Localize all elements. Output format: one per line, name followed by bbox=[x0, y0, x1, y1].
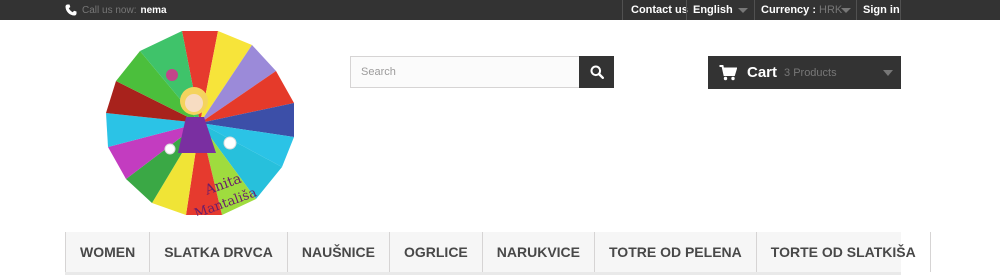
language-value: English bbox=[693, 4, 733, 16]
currency-selector[interactable]: Currency : HRK bbox=[761, 0, 851, 20]
chevron-down-icon bbox=[883, 70, 893, 76]
menu-item-totre-od-pelena[interactable]: TOTRE OD PELENA bbox=[595, 232, 757, 272]
divider bbox=[622, 0, 623, 20]
divider bbox=[856, 0, 857, 20]
search-button[interactable] bbox=[579, 56, 614, 88]
divider bbox=[754, 0, 755, 20]
search-icon bbox=[590, 65, 604, 79]
menu-item-ogrlice[interactable]: OGRLICE bbox=[390, 232, 483, 272]
divider bbox=[686, 0, 687, 20]
contact-us-label: Contact us bbox=[631, 4, 688, 16]
contact-us-link[interactable]: Contact us bbox=[631, 0, 688, 20]
main-menu: WOMEN SLATKA DRVCA NAUŠNICE OGRLICE NARU… bbox=[65, 232, 931, 275]
menu-item-torte-od-slatkisa[interactable]: TORTE OD SLATKIŠA bbox=[757, 232, 931, 272]
top-bar: Call us now: nema Contact us English Cur… bbox=[0, 0, 1000, 20]
call-us-number: nema bbox=[140, 4, 167, 16]
search-input[interactable] bbox=[350, 56, 579, 88]
call-us-label: Call us now: bbox=[82, 4, 137, 16]
currency-label: Currency : bbox=[761, 4, 817, 16]
chevron-down-icon bbox=[841, 8, 851, 13]
menu-item-nausnice[interactable]: NAUŠNICE bbox=[288, 232, 390, 272]
phone-icon bbox=[65, 4, 77, 16]
currency-value: HRK bbox=[819, 4, 843, 16]
cart-button[interactable]: Cart 3 Products bbox=[708, 56, 901, 89]
sign-in-label: Sign in bbox=[863, 4, 900, 16]
menu-item-slatka-drvca[interactable]: SLATKA DRVCA bbox=[150, 232, 288, 272]
menu-item-narukvice[interactable]: NARUKVICE bbox=[483, 232, 595, 272]
cart-label: Cart bbox=[747, 64, 778, 81]
chevron-down-icon bbox=[738, 8, 748, 13]
language-selector[interactable]: English bbox=[693, 0, 749, 20]
divider bbox=[900, 0, 901, 20]
menu-item-women[interactable]: WOMEN bbox=[65, 232, 151, 272]
cart-count: 3 Products bbox=[784, 66, 837, 79]
call-us: Call us now: nema bbox=[65, 0, 167, 20]
shopping-cart-icon bbox=[719, 64, 737, 80]
site-logo[interactable]: Anita Mantališa bbox=[104, 30, 296, 216]
sign-in-link[interactable]: Sign in bbox=[863, 0, 900, 20]
